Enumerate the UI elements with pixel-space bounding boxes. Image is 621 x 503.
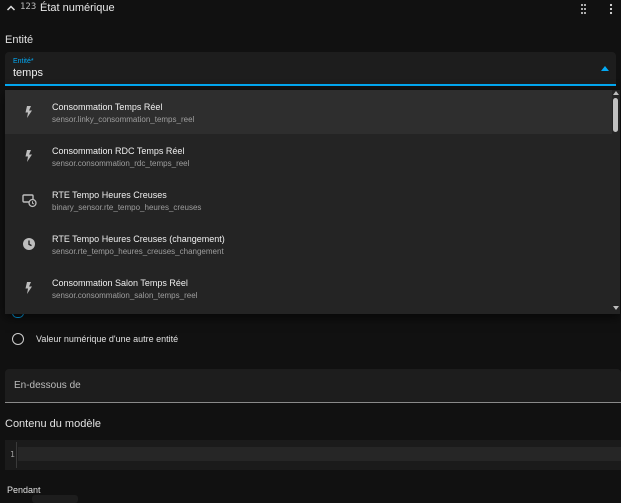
list-item[interactable]: Consommation Salon Temps Réel sensor.con… [5,266,612,310]
template-section-label: Contenu du modèle [5,418,102,430]
caret-up-icon[interactable] [601,66,609,71]
editor-gutter-divider [16,442,17,468]
clock-monitor-icon [22,194,37,208]
editor-active-line[interactable] [18,447,621,461]
entity-floating-label: Entité* [13,58,34,65]
item-entity-id: sensor.consommation_rdc_temps_reel [52,159,190,168]
other-entity-radio[interactable] [12,333,24,345]
below-input-label: En-dessous de [14,380,81,391]
entity-combobox[interactable] [5,52,616,86]
for-section-label: Pendant [7,485,41,495]
dots-grid-icon[interactable] [580,3,590,15]
numeric-icon: 123 [20,2,37,12]
item-title: Consommation Temps Réel [52,102,163,112]
list-item[interactable]: Consommation Temps Réel sensor.linky_con… [5,90,612,134]
list-item[interactable]: RTE Tempo Heures Creuses binary_sensor.r… [5,178,612,222]
chevron-up-icon[interactable] [6,3,16,13]
editor-line-number: 1 [10,450,15,459]
entity-search-input[interactable]: temps [13,67,43,79]
list-item[interactable]: RTE Tempo Heures Creuses (changement) se… [5,222,612,266]
item-title: RTE Tempo Heures Creuses [52,190,167,200]
item-title: Consommation Salon Temps Réel [52,278,188,288]
item-title: Consommation RDC Temps Réel [52,146,185,156]
entity-dropdown-list: Consommation Temps Réel sensor.linky_con… [5,90,620,314]
flash-icon [25,150,32,162]
card-header[interactable]: 123 État numérique [0,0,621,20]
item-entity-id: binary_sensor.rte_tempo_heures_creuses [52,203,202,212]
flash-icon [25,106,32,118]
item-title: RTE Tempo Heures Creuses (changement) [52,234,225,244]
item-entity-id: sensor.rte_tempo_heures_creuses_changeme… [52,247,224,256]
list-item[interactable]: Consommation RDC Temps Réel sensor.conso… [5,134,612,178]
clock-icon [23,238,35,250]
scroll-up-arrow-icon[interactable] [613,91,619,95]
dots-vertical-icon[interactable] [608,3,614,15]
flash-icon [25,282,32,294]
duration-input[interactable] [32,495,78,503]
below-input[interactable] [5,369,621,403]
scroll-down-arrow-icon[interactable] [613,306,619,310]
entity-section-label: Entité [5,34,34,46]
item-entity-id: sensor.linky_consommation_temps_reel [52,115,195,124]
item-entity-id: sensor.consommation_salon_temps_reel [52,291,198,300]
other-entity-radio-label[interactable]: Valeur numérique d'une autre entité [36,334,178,344]
scrollbar-thumb[interactable] [613,98,618,132]
condition-title: État numérique [40,2,115,14]
